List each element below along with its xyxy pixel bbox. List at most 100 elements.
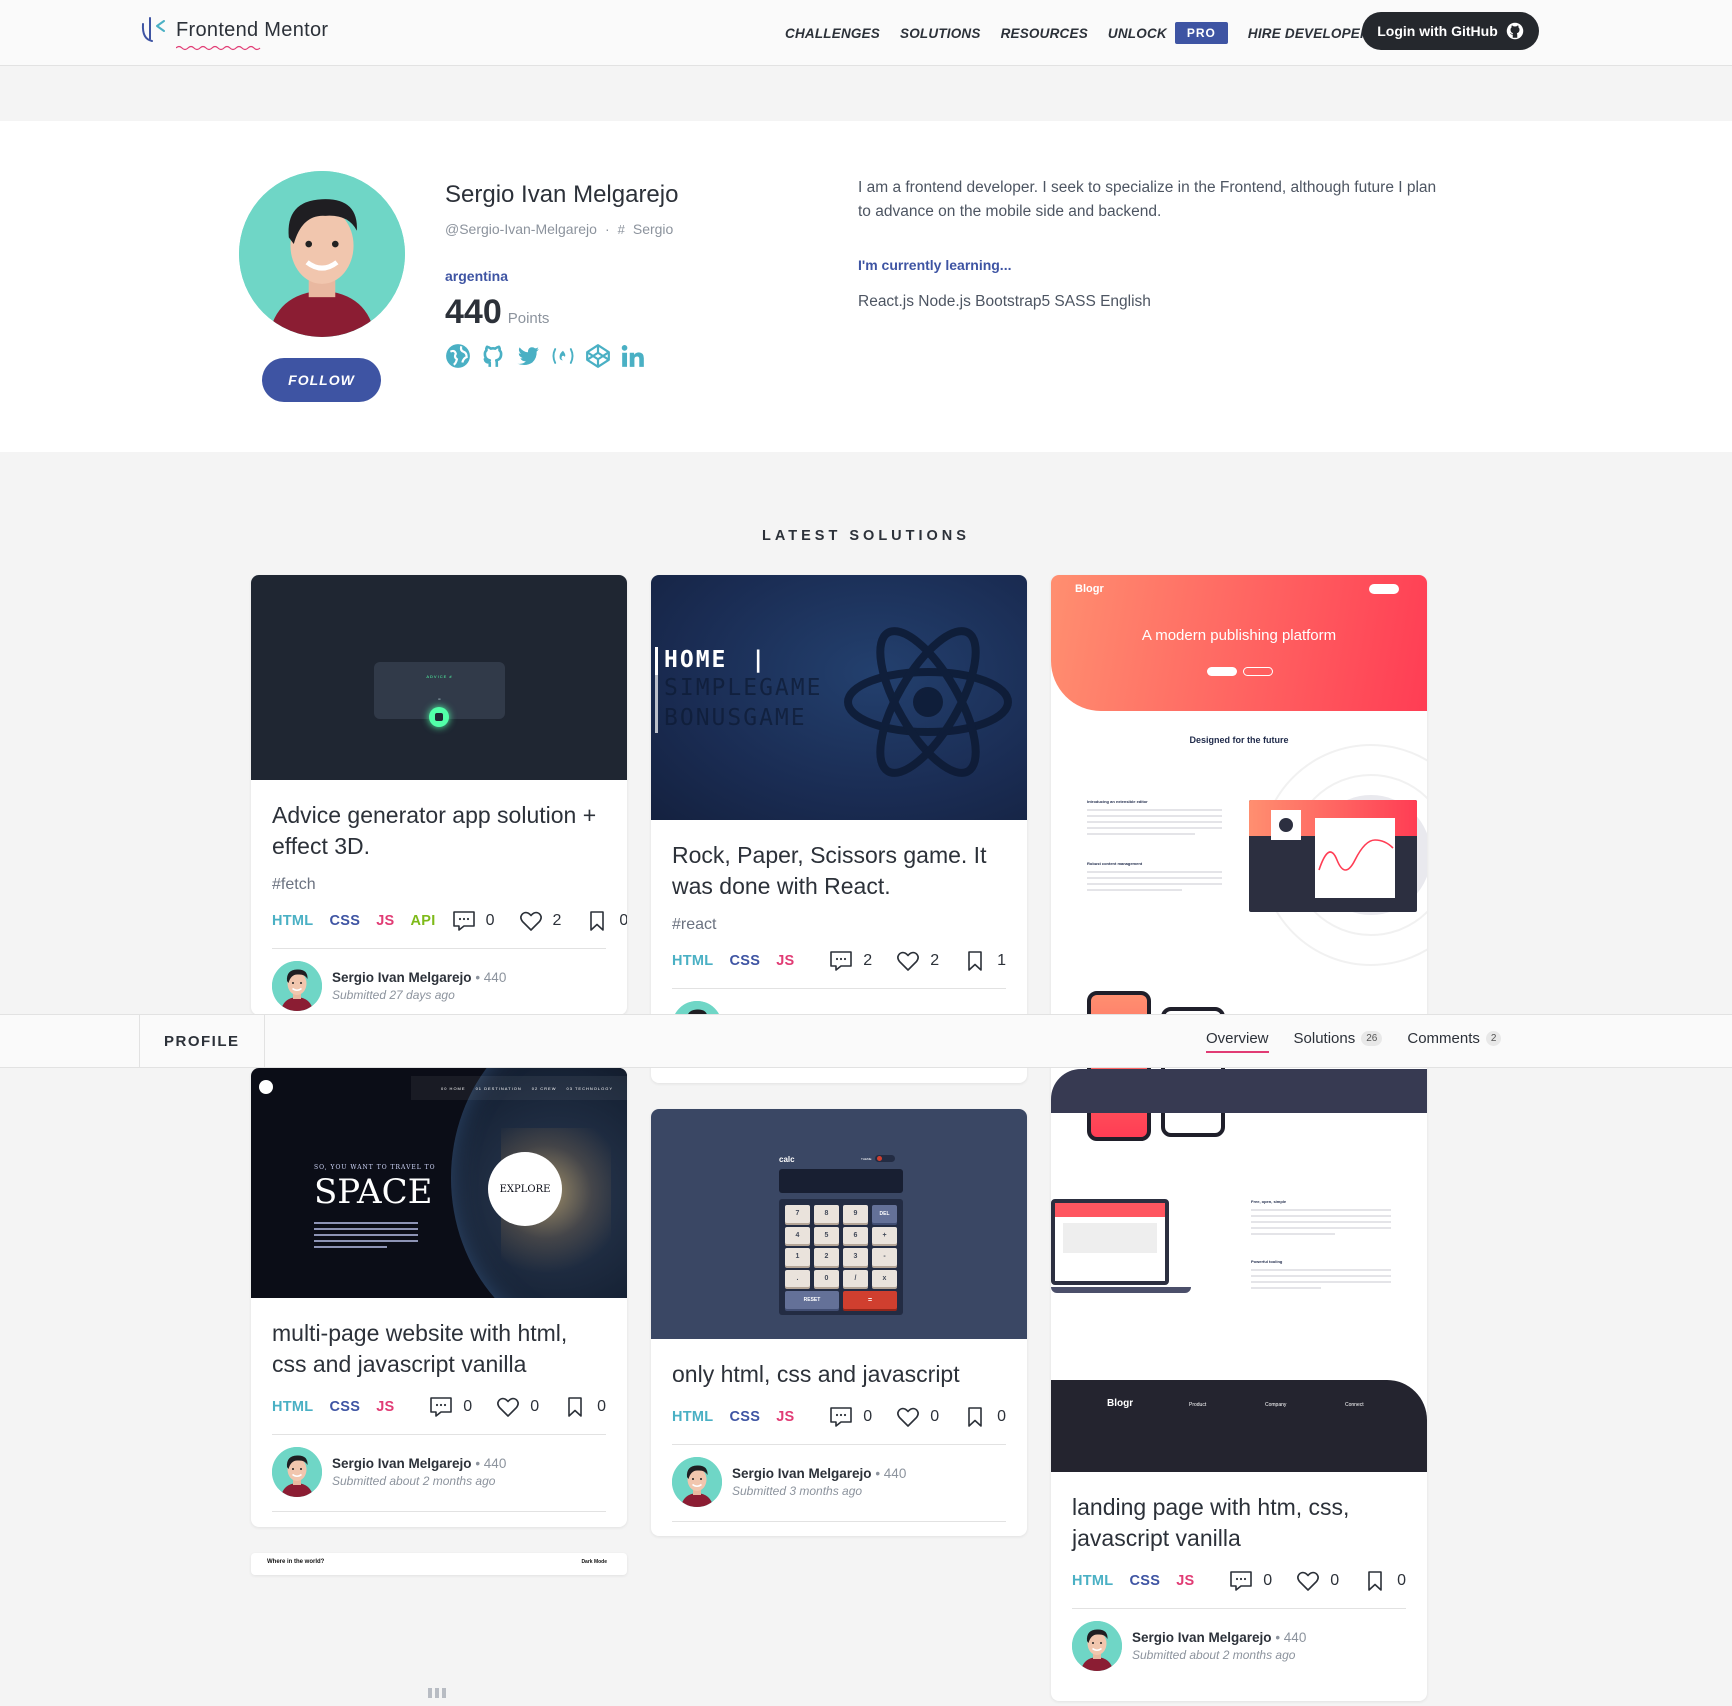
github-icon[interactable]: [480, 343, 506, 369]
nav-challenges[interactable]: CHALLENGES: [785, 26, 880, 41]
bookmark-icon[interactable]: [1363, 1570, 1387, 1592]
thumb-key: x: [872, 1269, 897, 1288]
solution-title[interactable]: multi-page website with html, css and ja…: [272, 1318, 606, 1380]
slack-name: Sergio: [632, 221, 674, 237]
thumb-hero-btn1: [1207, 667, 1237, 676]
solution-tag[interactable]: #react: [672, 916, 1006, 934]
heart-icon[interactable]: [519, 910, 543, 932]
tab-solutions[interactable]: Solutions 26: [1294, 1030, 1383, 1047]
solution-card-blogr[interactable]: Blogr A modern publishing platform Desig…: [1051, 575, 1427, 1701]
tech-html: HTML: [1072, 1573, 1114, 1589]
solution-thumbnail[interactable]: 00 HOME 01 DESTINATION 02 CREW 03 TECHNO…: [251, 1068, 627, 1298]
author-points: 440: [483, 970, 507, 985]
globe-icon[interactable]: [445, 343, 471, 369]
nav-hire-developers[interactable]: HIRE DEVELOPERS: [1248, 26, 1379, 41]
heart-icon[interactable]: [1296, 1570, 1320, 1592]
solution-stats: 0 2 0: [452, 910, 627, 932]
thumb-countries-header: Where in the world?: [267, 1559, 325, 1565]
solution-title[interactable]: only html, css and javascript: [672, 1359, 1006, 1390]
react-logo: [844, 627, 1012, 777]
solution-author[interactable]: Sergio Ivan Melgarejo • 440 Submitted ab…: [1072, 1609, 1406, 1685]
thumb-key-del: DEL: [872, 1205, 897, 1223]
solution-card-space[interactable]: 00 HOME 01 DESTINATION 02 CREW 03 TECHNO…: [251, 1068, 627, 1527]
author-avatar[interactable]: [1072, 1621, 1122, 1671]
thumb-key: 4: [785, 1226, 810, 1245]
thumb-nav-technology: 03 TECHNOLOGY: [566, 1085, 613, 1091]
follow-button[interactable]: FOLLOW: [262, 358, 381, 402]
solution-thumbnail[interactable]: ADVICE # ": [251, 575, 627, 780]
solution-title[interactable]: landing page with htm, css, javascript v…: [1072, 1492, 1406, 1554]
social-links: [445, 343, 646, 369]
comment-icon[interactable]: [829, 1406, 853, 1428]
freecodecamp-icon[interactable]: [550, 343, 576, 369]
comment-icon[interactable]: [452, 910, 476, 932]
author-name[interactable]: Sergio Ivan Melgarejo: [1132, 1630, 1272, 1645]
profile-header: FOLLOW Sergio Ivan Melgarejo @Sergio-Iva…: [0, 121, 1732, 452]
author-name[interactable]: Sergio Ivan Melgarejo: [332, 1456, 472, 1471]
solution-title[interactable]: Advice generator app solution + effect 3…: [272, 800, 606, 862]
thumb-heading3: Free, open, simple: [1251, 1199, 1287, 1204]
heart-icon[interactable]: [896, 950, 920, 972]
solution-card-advice[interactable]: ADVICE # " Advice generator app solution…: [251, 575, 627, 1015]
tech-css: CSS: [329, 1399, 361, 1415]
codepen-icon[interactable]: [585, 343, 611, 369]
thumb-key-equals: =: [843, 1291, 897, 1309]
profile-handle-row: @Sergio-Ivan-Melgarejo · # Sergio: [445, 221, 673, 237]
nav-resources[interactable]: RESOURCES: [1001, 26, 1088, 41]
solution-card-calculator[interactable]: calc THEME 7 8 9 DEL 4 5 6 + 1 2 3 - . 0…: [651, 1109, 1027, 1536]
thumb-dice-button: [429, 707, 449, 727]
author-points-sep: •: [475, 1456, 484, 1471]
bookmark-icon[interactable]: [963, 1406, 987, 1428]
author-avatar[interactable]: [272, 1447, 322, 1497]
solution-card-rps[interactable]: HOME | SIMPLEGAME BONUSGAME Rock, Paper,…: [651, 575, 1027, 1083]
comment-count: 0: [863, 1408, 873, 1425]
author-name-row: Sergio Ivan Melgarejo • 440: [332, 970, 506, 985]
solution-card-countries[interactable]: Where in the world? Dark Mode: [251, 1553, 627, 1575]
nav-unlock[interactable]: UNLOCK: [1108, 26, 1167, 41]
solution-author[interactable]: Sergio Ivan Melgarejo • 440 Submitted ab…: [272, 1435, 606, 1511]
points-label: Points: [507, 310, 550, 327]
thumb-key-reset: RESET: [785, 1291, 839, 1309]
author-name[interactable]: Sergio Ivan Melgarejo: [332, 970, 472, 985]
logo-icon: [141, 17, 165, 42]
thumb-footer: Blogr Product Company Connect: [1051, 1380, 1427, 1472]
bookmark-icon[interactable]: [963, 950, 987, 972]
solution-tag[interactable]: #fetch: [272, 876, 606, 894]
frontend-mentor-logo[interactable]: Frontend Mentor: [138, 14, 328, 50]
profile-country: argentina: [445, 268, 509, 284]
top-navigation: Frontend Mentor CHALLENGES SOLUTIONS RES…: [0, 0, 1732, 66]
tab-overview[interactable]: Overview: [1206, 1030, 1269, 1053]
solution-meta: HTML CSS JS API 0 2 0: [272, 908, 627, 934]
submitted-date: Submitted about 2 months ago: [1132, 1648, 1296, 1662]
twitter-icon[interactable]: [515, 343, 541, 369]
heart-icon[interactable]: [496, 1396, 520, 1418]
submitted-date: Submitted 3 months ago: [732, 1484, 863, 1498]
solution-title[interactable]: Rock, Paper, Scissors game. It was done …: [672, 840, 1006, 902]
solution-author[interactable]: Sergio Ivan Melgarejo • 440 Submitted 27…: [272, 949, 606, 1015]
author-avatar[interactable]: [272, 961, 322, 1011]
solution-thumbnail[interactable]: HOME | SIMPLEGAME BONUSGAME: [651, 575, 1027, 820]
nav-solutions[interactable]: SOLUTIONS: [900, 26, 981, 41]
login-label: Login with GitHub: [1377, 23, 1498, 39]
comment-icon[interactable]: [429, 1396, 453, 1418]
bookmark-icon[interactable]: [585, 910, 609, 932]
tab-comments[interactable]: Comments 2: [1407, 1030, 1502, 1047]
comment-icon[interactable]: [829, 950, 853, 972]
author-avatar[interactable]: [672, 1457, 722, 1507]
thumb-menu-bonus: BONUSGAME: [655, 705, 822, 733]
thumb-heading2: Robust content management: [1087, 861, 1143, 866]
thumb-key: 1: [785, 1248, 810, 1266]
pro-badge[interactable]: PRO: [1174, 22, 1228, 44]
login-github-button[interactable]: Login with GitHub: [1362, 12, 1539, 50]
solution-thumbnail[interactable]: calc THEME 7 8 9 DEL 4 5 6 + 1 2 3 - . 0…: [651, 1109, 1027, 1339]
linkedin-icon[interactable]: [620, 343, 646, 369]
bookmark-icon[interactable]: [563, 1396, 587, 1418]
thumb-calc-title: calc: [779, 1155, 795, 1164]
solution-author[interactable]: Sergio Ivan Melgarejo • 440 Submitted 3 …: [672, 1445, 1006, 1521]
comment-icon[interactable]: [1229, 1570, 1253, 1592]
author-name[interactable]: Sergio Ivan Melgarejo: [732, 1466, 872, 1481]
author-points: 440: [483, 1456, 507, 1471]
thumb-dark-band: [1051, 1069, 1427, 1113]
thumb-footer-col-connect: Connect: [1345, 1402, 1364, 1408]
heart-icon[interactable]: [896, 1406, 920, 1428]
